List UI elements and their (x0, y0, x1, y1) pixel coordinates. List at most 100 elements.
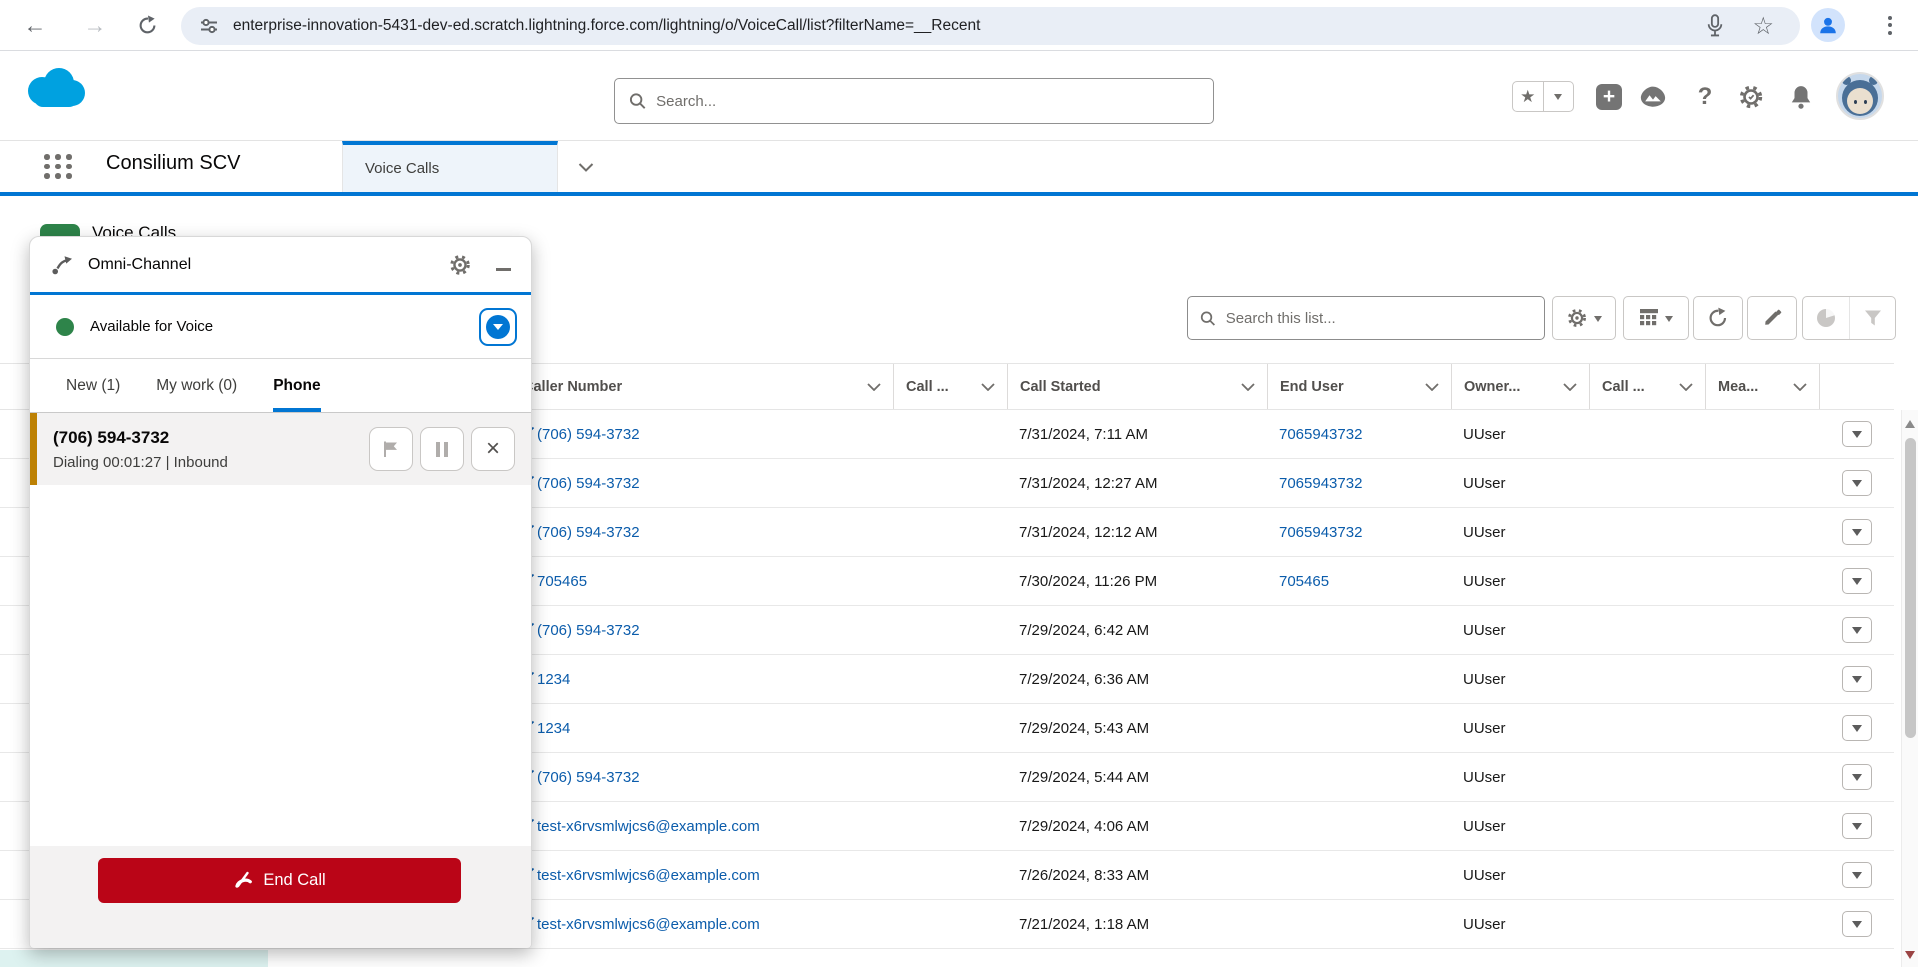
row-actions-button[interactable] (1842, 764, 1872, 790)
vertical-scrollbar[interactable] (1901, 410, 1918, 967)
filter-button[interactable] (1849, 297, 1895, 339)
end-call-button[interactable]: End Call (98, 858, 461, 903)
scrollbar-thumb[interactable] (1905, 438, 1916, 738)
pause-call-button[interactable] (420, 427, 464, 471)
user-avatar[interactable] (1836, 72, 1884, 120)
mic-icon[interactable] (1706, 14, 1724, 38)
row-actions-button[interactable] (1842, 519, 1872, 545)
caller-number-link[interactable]: 1234 (537, 720, 570, 737)
edit-list-button[interactable] (1747, 296, 1797, 340)
notifications-bell-button[interactable] (1788, 84, 1814, 110)
caller-number-link[interactable]: test-x6rvsmlwjcs6@example.com (537, 818, 760, 835)
row-actions-button[interactable] (1842, 421, 1872, 447)
omni-tab-label: My work (0) (156, 377, 237, 395)
list-search-box[interactable] (1187, 296, 1545, 340)
caller-number-link[interactable]: (706) 594-3732 (537, 475, 640, 492)
caller-number-link[interactable]: test-x6rvsmlwjcs6@example.com (537, 867, 760, 884)
app-launcher-icon[interactable] (42, 152, 74, 182)
browser-back-button[interactable]: ← (18, 8, 52, 42)
tab-voice-calls[interactable]: Voice Calls (342, 141, 558, 192)
call-type-cell (893, 900, 1007, 948)
help-button[interactable]: ? (1692, 84, 1718, 110)
call-started-cell: 7/29/2024, 6:42 AM (1007, 606, 1267, 654)
omni-tab-new[interactable]: New (1) (66, 359, 120, 412)
status-dropdown-button[interactable] (479, 308, 517, 346)
caller-number-link[interactable]: (706) 594-3732 (537, 426, 640, 443)
trailhead-icon[interactable] (1640, 84, 1666, 110)
measure-cell (1705, 704, 1819, 752)
end-user-link[interactable]: 705465 (1279, 573, 1329, 590)
caller-number-link[interactable]: 705465 (537, 573, 587, 590)
row-actions-button[interactable] (1842, 470, 1872, 496)
display-as-button[interactable] (1623, 296, 1689, 340)
browser-address-bar[interactable]: enterprise-innovation-5431-dev-ed.scratc… (181, 7, 1800, 45)
column-header-call-2[interactable]: Call ... (1589, 364, 1705, 409)
call-started-cell: 7/30/2024, 11:26 PM (1007, 557, 1267, 605)
close-call-button[interactable]: × (471, 427, 515, 471)
url-text[interactable]: enterprise-innovation-5431-dev-ed.scratc… (233, 17, 1706, 35)
list-search-input[interactable] (1226, 310, 1532, 327)
row-actions-button[interactable] (1842, 715, 1872, 741)
column-label: Mea... (1718, 379, 1758, 395)
global-search-box[interactable] (614, 78, 1214, 124)
column-header-caller-number[interactable]: Caller Number (510, 364, 893, 409)
caller-number-link[interactable]: (706) 594-3732 (537, 524, 640, 541)
caller-number-link[interactable]: test-x6rvsmlwjcs6@example.com (537, 916, 760, 933)
minimize-icon[interactable] (496, 268, 511, 271)
browser-profile-avatar[interactable] (1811, 8, 1845, 42)
row-actions-button[interactable] (1842, 666, 1872, 692)
scroll-down-arrow[interactable] (1905, 951, 1915, 964)
row-actions-cell (1819, 557, 1894, 605)
list-settings-button[interactable] (1552, 296, 1616, 340)
call-started-cell: 7/31/2024, 12:27 AM (1007, 459, 1267, 507)
omni-tab-label: Phone (273, 377, 320, 395)
end-user-link[interactable]: 7065943732 (1279, 426, 1362, 443)
tab-menu-chevron[interactable] (568, 155, 604, 179)
table-icon (1639, 308, 1659, 328)
favorite-star-icon[interactable]: ★ (1513, 82, 1543, 111)
omni-settings-gear-icon[interactable] (448, 253, 472, 277)
end-user-cell (1267, 655, 1451, 703)
column-label: Call ... (1602, 379, 1645, 395)
setup-gear-button[interactable] (1738, 84, 1764, 110)
omni-tab-phone[interactable]: Phone (273, 359, 320, 412)
end-user-link[interactable]: 7065943732 (1279, 524, 1362, 541)
row-actions-button[interactable] (1842, 813, 1872, 839)
favorites-button[interactable]: ★ (1512, 81, 1574, 112)
end-user-link[interactable]: 7065943732 (1279, 475, 1362, 492)
column-header-call-started[interactable]: Call Started (1007, 364, 1267, 409)
row-actions-button[interactable] (1842, 617, 1872, 643)
browser-forward-button[interactable]: → (78, 8, 112, 42)
global-search-input[interactable] (656, 93, 1199, 110)
caller-number-link[interactable]: (706) 594-3732 (537, 622, 640, 639)
row-actions-button[interactable] (1842, 862, 1872, 888)
caller-number-link[interactable]: 1234 (537, 671, 570, 688)
omni-tab-my-work[interactable]: My work (0) (156, 359, 237, 412)
caller-number-cell: (706) 594-3732 (510, 410, 893, 458)
owner-cell: UUser (1451, 704, 1589, 752)
row-actions-button[interactable] (1842, 568, 1872, 594)
column-header-end-user[interactable]: End User (1267, 364, 1451, 409)
browser-refresh-button[interactable] (130, 8, 164, 42)
charts-button[interactable] (1803, 297, 1849, 339)
chevron-down-icon (1852, 774, 1862, 786)
favorites-dropdown[interactable] (1543, 82, 1574, 111)
site-info-icon[interactable] (199, 16, 219, 36)
end-call-label: End Call (263, 871, 325, 890)
status-label: Available for Voice (90, 318, 213, 335)
column-header-measure[interactable]: Mea... (1705, 364, 1819, 409)
column-header-owner[interactable]: Owner... (1451, 364, 1589, 409)
refresh-list-button[interactable] (1693, 296, 1743, 340)
browser-menu-button[interactable] (1880, 9, 1900, 41)
row-actions-button[interactable] (1842, 911, 1872, 937)
global-actions-button[interactable]: + (1596, 84, 1622, 110)
chevron-down-icon (1852, 578, 1862, 590)
caller-number-link[interactable]: (706) 594-3732 (537, 769, 640, 786)
flag-call-button[interactable] (369, 427, 413, 471)
call-started-cell: 7/29/2024, 5:43 AM (1007, 704, 1267, 752)
scroll-up-arrow[interactable] (1905, 415, 1915, 428)
call-type-cell (893, 655, 1007, 703)
bookmark-star-icon[interactable]: ☆ (1752, 12, 1774, 41)
column-header-call-type[interactable]: Call ... (893, 364, 1007, 409)
chevron-down-icon (1852, 627, 1862, 639)
